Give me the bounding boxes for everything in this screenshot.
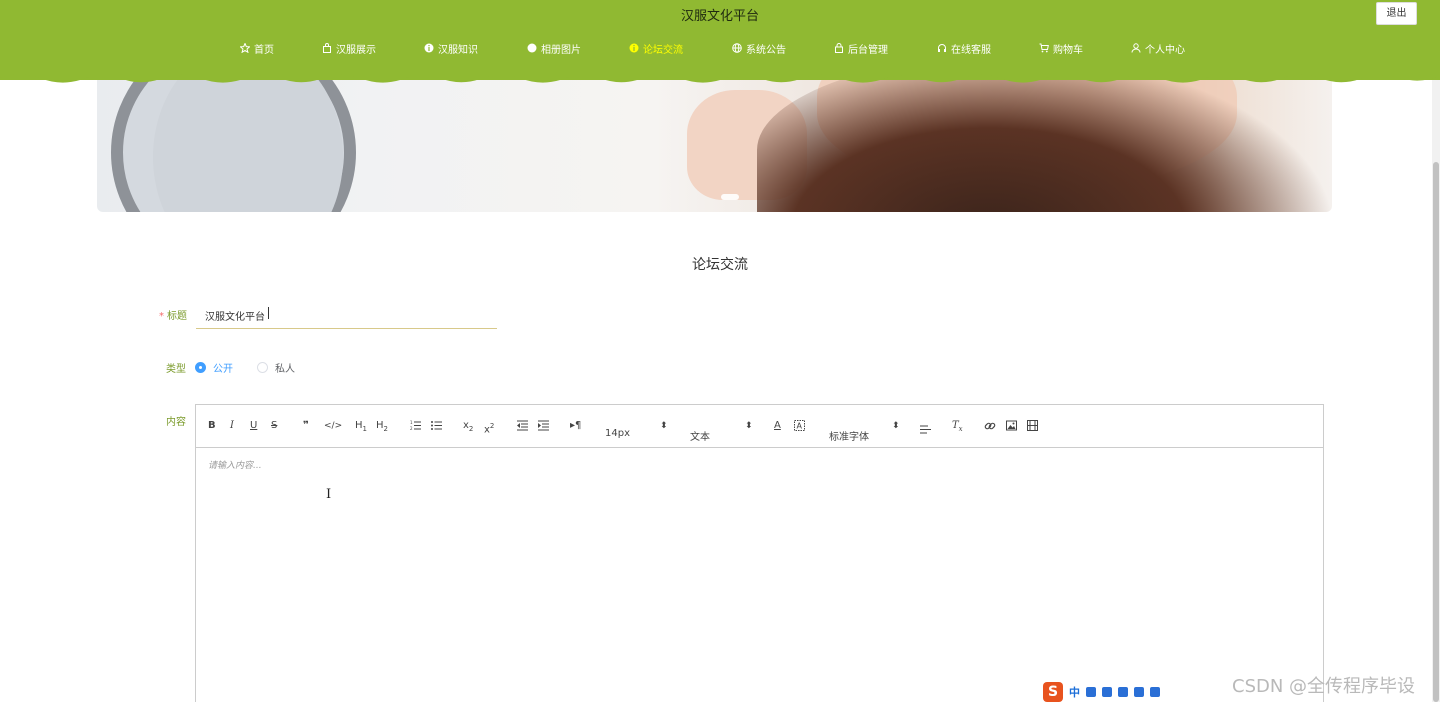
- text-direction-icon[interactable]: ▸¶: [570, 420, 581, 432]
- align-icon[interactable]: [920, 424, 931, 435]
- nav-label: 论坛交流: [643, 44, 683, 56]
- nav-item-admin[interactable]: 后台管理: [834, 41, 888, 56]
- radio-label: 私人: [275, 364, 295, 375]
- page: 汉服文化平台 退出 首页 汉服展示 汉服知识 相册图片 论坛交流 系统公告 后台…: [0, 0, 1440, 702]
- nav-item-announcements[interactable]: 系统公告: [732, 41, 786, 56]
- strike-icon[interactable]: S: [271, 420, 277, 432]
- logout-button[interactable]: 退出: [1376, 2, 1417, 25]
- bag-icon: [323, 43, 331, 53]
- underline-icon[interactable]: U: [250, 420, 257, 432]
- radio-public[interactable]: 公开: [195, 360, 233, 375]
- nav-item-album[interactable]: 相册图片: [527, 41, 581, 56]
- keyboard-icon[interactable]: [1118, 686, 1128, 697]
- font-family-value: 标准字体: [829, 432, 869, 443]
- indent-icon[interactable]: [538, 420, 549, 431]
- text-caret: [268, 307, 269, 319]
- nav-item-home[interactable]: 首页: [240, 41, 274, 56]
- picker-arrows-icon: ⬍: [892, 421, 900, 431]
- header-2-icon[interactable]: H2: [376, 420, 388, 435]
- nav-label: 首页: [254, 44, 274, 56]
- nav-item-cart[interactable]: 购物车: [1039, 41, 1083, 56]
- editor-content[interactable]: 请输入内容...: [208, 458, 262, 471]
- svg-text:A: A: [797, 422, 803, 431]
- ime-toolbar: S 中: [1040, 681, 1175, 702]
- nav-label: 相册图片: [541, 44, 581, 56]
- nav-label: 汉服展示: [336, 44, 376, 56]
- user-icon: [1131, 43, 1141, 53]
- clear-format-icon[interactable]: Tx: [952, 420, 963, 435]
- microphone-icon[interactable]: [1102, 686, 1112, 697]
- scrollbar-thumb[interactable]: [1433, 162, 1439, 702]
- header-wave: [0, 70, 1440, 83]
- info-icon: [424, 43, 434, 53]
- title-label: * 标题: [159, 307, 187, 322]
- subscript-icon[interactable]: x2: [463, 420, 473, 435]
- nav-item-hanfu-knowledge[interactable]: 汉服知识: [424, 41, 478, 56]
- svg-text:2: 2: [410, 426, 413, 431]
- nav-label: 在线客服: [951, 44, 991, 56]
- page-title: 论坛交流: [692, 257, 748, 273]
- ime-punctuation-icon[interactable]: [1086, 686, 1096, 697]
- font-color-icon[interactable]: A: [774, 420, 781, 432]
- nav-item-profile[interactable]: 个人中心: [1131, 41, 1185, 56]
- header-1-icon[interactable]: H1: [355, 420, 367, 435]
- text-cursor-icon: I: [326, 487, 332, 502]
- nav-label: 汉服知识: [438, 44, 478, 56]
- radio-circle[interactable]: [195, 362, 206, 373]
- content-label: 内容: [166, 417, 186, 428]
- nav-item-forum[interactable]: 论坛交流: [629, 41, 683, 56]
- nav-item-customer-service[interactable]: 在线客服: [937, 41, 991, 56]
- carousel-indicator[interactable]: [721, 194, 739, 200]
- picker-arrows-icon: ⬍: [660, 421, 668, 431]
- title-input[interactable]: [196, 302, 497, 329]
- star-icon: [240, 43, 250, 53]
- title-label-text: 标题: [167, 311, 187, 322]
- radio-circle[interactable]: [257, 362, 268, 373]
- font-size-value: 14px: [605, 428, 630, 439]
- nav-label: 购物车: [1053, 44, 1083, 56]
- ime-mode-toggle[interactable]: 中: [1069, 684, 1080, 700]
- globe-icon: [732, 43, 742, 53]
- header-picker-value: 文本: [690, 432, 710, 443]
- svg-text:1: 1: [410, 420, 413, 425]
- link-icon[interactable]: [984, 420, 996, 432]
- cart-icon: [1039, 43, 1049, 53]
- blockquote-icon[interactable]: ❞: [303, 420, 309, 432]
- watermark: CSDN @全传程序毕设: [1232, 676, 1416, 697]
- video-icon[interactable]: [1027, 420, 1038, 431]
- dot-icon: [527, 43, 537, 53]
- ordered-list-icon[interactable]: 12: [410, 420, 421, 431]
- type-label: 类型: [166, 364, 186, 375]
- bold-icon[interactable]: B: [208, 420, 216, 432]
- radio-private[interactable]: 私人: [257, 360, 295, 375]
- site-title: 汉服文化平台: [680, 9, 759, 24]
- italic-icon[interactable]: I: [230, 420, 234, 432]
- picker-arrows-icon: ⬍: [745, 421, 753, 431]
- code-block-icon[interactable]: </>: [324, 420, 342, 432]
- outdent-icon[interactable]: [517, 420, 528, 431]
- background-color-icon[interactable]: A: [794, 420, 805, 431]
- main-nav: 首页 汉服展示 汉服知识 相册图片 论坛交流 系统公告 后台管理 在线客服 购物…: [0, 41, 1440, 56]
- headset-icon: [938, 44, 946, 52]
- nav-label: 后台管理: [848, 44, 888, 56]
- toolbox-icon[interactable]: [1150, 686, 1160, 697]
- nav-label: 个人中心: [1145, 44, 1185, 56]
- image-icon[interactable]: [1006, 420, 1017, 431]
- radio-label: 公开: [213, 364, 233, 375]
- nav-label: 系统公告: [746, 44, 786, 56]
- skin-icon[interactable]: [1134, 686, 1144, 697]
- rich-text-editor[interactable]: B I U S ❞ </> H1 H2 12 x2 x2 ▸¶ 14px ⬍ 文…: [195, 404, 1324, 702]
- editor-toolbar: B I U S ❞ </> H1 H2 12 x2 x2 ▸¶ 14px ⬍ 文…: [196, 405, 1323, 448]
- superscript-icon[interactable]: x2: [484, 420, 494, 436]
- lock-icon: [835, 43, 843, 53]
- ime-logo-icon[interactable]: S: [1043, 681, 1063, 702]
- bullet-list-icon[interactable]: [431, 420, 442, 431]
- required-mark: *: [159, 311, 164, 322]
- site-header: 汉服文化平台 退出 首页 汉服展示 汉服知识 相册图片 论坛交流 系统公告 后台…: [0, 0, 1440, 83]
- info-icon: [629, 43, 639, 53]
- nav-item-hanfu-display[interactable]: 汉服展示: [322, 41, 376, 56]
